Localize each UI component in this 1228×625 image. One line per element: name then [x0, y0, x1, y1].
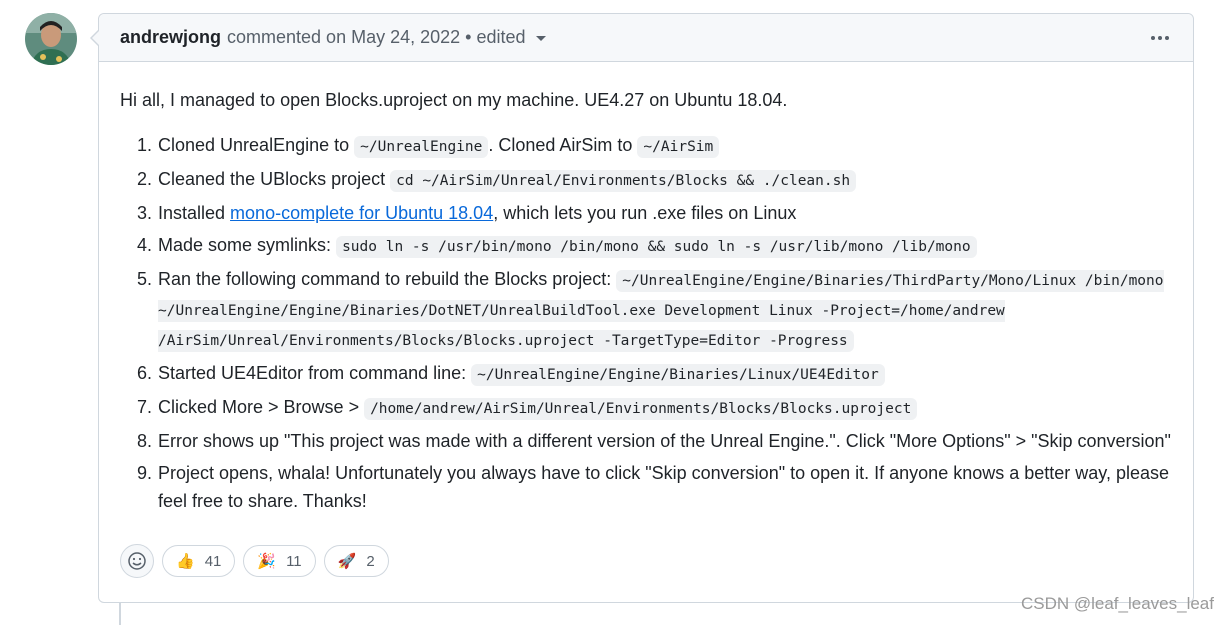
- comment-caret-inner: [92, 31, 99, 45]
- reaction-count: 11: [286, 552, 302, 570]
- chevron-down-icon: [535, 36, 546, 41]
- intro-text: Hi all, I managed to open Blocks.uprojec…: [120, 90, 788, 110]
- more-options-button[interactable]: [1147, 30, 1173, 46]
- comment-header: andrewjong commented on May 24, 2022 • e…: [99, 14, 1193, 62]
- reaction-thumbs-up[interactable]: 👍 41: [162, 545, 236, 577]
- comment-timestamp[interactable]: commented on May 24, 2022: [227, 27, 460, 48]
- list-item: Cleaned the UBlocks project cd ~/AirSim/…: [157, 165, 1173, 195]
- smiley-icon: [128, 552, 146, 570]
- inline-code: sudo ln -s /usr/bin/mono /bin/mono && su…: [336, 236, 977, 258]
- avatar-image: [25, 13, 77, 65]
- inline-code: ~/AirSim: [637, 136, 720, 158]
- thumbs-up-icon: 👍: [176, 553, 195, 570]
- reaction-count: 2: [366, 552, 375, 570]
- meta-separator: •: [465, 27, 472, 47]
- list-item: Cloned UnrealEngine to ~/UnrealEngine. C…: [157, 131, 1173, 161]
- list-item: Installed mono-complete for Ubuntu 18.04…: [157, 199, 1173, 227]
- mono-link[interactable]: mono-complete for Ubuntu 18.04: [230, 203, 493, 223]
- steps-list: Cloned UnrealEngine to ~/UnrealEngine. C…: [120, 131, 1173, 515]
- timeline-line: [119, 602, 121, 625]
- watermark: CSDN @leaf_leaves_leaf: [1020, 594, 1214, 613]
- list-item: Project opens, whala! Unfortunately you …: [157, 459, 1173, 515]
- party-popper-icon: 🎉: [257, 553, 277, 570]
- comment-box: andrewjong commented on May 24, 2022 • e…: [90, 13, 1194, 603]
- add-reaction-button[interactable]: [120, 544, 154, 578]
- inline-code: ~/UnrealEngine: [354, 136, 489, 158]
- list-item: Made some symlinks: sudo ln -s /usr/bin/…: [157, 231, 1173, 261]
- list-item: Clicked More > Browse > /home/andrew/Air…: [157, 393, 1173, 423]
- comment-body: Hi all, I managed to open Blocks.uprojec…: [99, 62, 1193, 515]
- edited-label: edited: [476, 27, 526, 47]
- author-link[interactable]: andrewjong: [120, 27, 221, 48]
- list-item: Ran the following command to rebuild the…: [157, 265, 1173, 355]
- avatar[interactable]: [25, 13, 77, 65]
- reaction-hooray[interactable]: 🎉 11: [243, 545, 316, 577]
- reactions-bar: 👍 41 🎉 11 🚀 2: [120, 544, 389, 578]
- kebab-dot-icon: [1151, 35, 1155, 40]
- rocket-icon: 🚀: [337, 553, 357, 570]
- inline-code: cd ~/AirSim/Unreal/Environments/Blocks &…: [390, 170, 857, 192]
- kebab-dot-icon: [1158, 35, 1162, 40]
- inline-code: /home/andrew/AirSim/Unreal/Environments/…: [364, 398, 918, 420]
- kebab-dot-icon: [1165, 35, 1169, 40]
- inline-code: ~/UnrealEngine/Engine/Binaries/Linux/UE4…: [471, 364, 885, 386]
- list-item: Started UE4Editor from command line: ~/U…: [157, 359, 1173, 389]
- reaction-count: 41: [204, 552, 222, 570]
- edited-dropdown[interactable]: edited: [476, 27, 546, 48]
- reaction-rocket[interactable]: 🚀 2: [323, 545, 389, 577]
- list-item: Error shows up "This project was made wi…: [157, 427, 1173, 455]
